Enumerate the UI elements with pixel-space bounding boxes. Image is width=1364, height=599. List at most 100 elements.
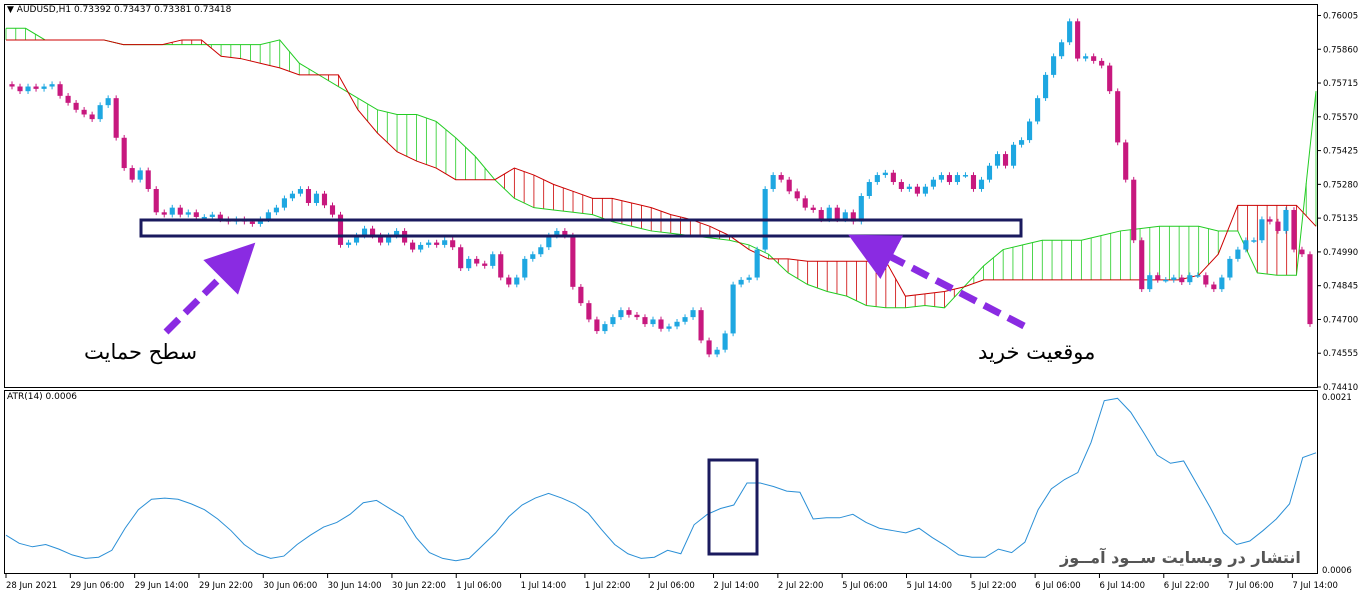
time-tick-label: 2 Jul 06:00: [649, 581, 695, 591]
candle-body: [458, 247, 464, 269]
candle-body: [1123, 142, 1129, 180]
candle-body: [826, 207, 832, 220]
candle-body: [345, 242, 352, 245]
candle-body: [81, 109, 87, 115]
time-axis: 28 Jun 2021 29 Jun 06:00 29 Jun 14:00 29 Ju…: [5, 574, 1338, 591]
candle-body: [506, 277, 512, 285]
candle-body: [418, 244, 424, 250]
candle-body: [426, 242, 432, 245]
candle-body: [938, 175, 944, 180]
candle-body: [113, 98, 119, 138]
candle-body: [305, 189, 312, 203]
candle-body: [1018, 140, 1025, 145]
candle-body: [658, 319, 664, 329]
time-tick-label: 1 Jul 22:00: [585, 581, 631, 591]
candle-body: [1083, 56, 1089, 59]
candle-body: [802, 198, 808, 208]
candle-body: [1171, 277, 1177, 280]
candle-body: [49, 84, 55, 87]
candle-body: [65, 95, 71, 103]
candle-body: [474, 258, 480, 264]
atr-title: ATR(14) 0.0006: [7, 392, 78, 402]
candle-body: [1051, 56, 1057, 75]
candle-body: [153, 189, 159, 213]
candle-body: [530, 254, 536, 259]
candle-body: [666, 326, 672, 329]
candle-body: [858, 196, 864, 222]
price-tick-label: 0.74410: [1323, 383, 1358, 393]
candle-body: [778, 175, 784, 180]
candle-body: [1002, 154, 1009, 166]
candle-body: [1107, 65, 1113, 92]
atr-tick-bottom: 0.0006: [1322, 566, 1352, 576]
candle-body: [946, 175, 953, 183]
time-tick-label: 28 Jun 2021: [6, 581, 57, 591]
price-axis: 0.76005 0.75860 0.75715 0.75570 0.75425 0.752…: [1317, 11, 1358, 393]
price-tick-label: 0.76005: [1323, 11, 1358, 21]
candle-body: [1235, 249, 1241, 259]
triangle-down-icon[interactable]: ▼: [7, 5, 14, 15]
candle-body: [273, 207, 279, 213]
candle-body: [610, 317, 616, 325]
time-tick-label: 2 Jul 22:00: [778, 581, 824, 591]
candle-body: [1251, 240, 1257, 242]
candle-body: [722, 333, 728, 350]
time-tick-label: 30 Jun 14:00: [328, 581, 382, 591]
candle-body: [1115, 91, 1121, 143]
candle-body: [410, 242, 416, 250]
candle-body: [642, 317, 648, 325]
candle-body: [121, 137, 127, 169]
atr-panel: [4, 390, 1318, 574]
candle-body: [786, 179, 792, 192]
candle-body: [930, 179, 936, 187]
candle-body: [1027, 121, 1033, 141]
time-tick-label: 7 Jul 06:00: [1228, 581, 1274, 591]
time-tick-label: 29 Jun 22:00: [199, 581, 253, 591]
candle-body: [137, 170, 143, 180]
candle-body: [490, 254, 496, 266]
candle-body: [866, 182, 872, 196]
candle-body: [898, 182, 904, 190]
candle-body: [538, 247, 544, 255]
candle-body: [634, 314, 640, 318]
candle-body: [1139, 240, 1145, 290]
candle-body: [514, 277, 520, 285]
candle-body: [265, 212, 271, 220]
candle-body: [498, 254, 504, 278]
candle-body: [770, 175, 776, 190]
time-tick-label: 5 Jul 14:00: [906, 581, 952, 591]
candle-body: [674, 321, 680, 327]
candle-body: [1163, 279, 1169, 282]
candle-body: [1267, 219, 1273, 222]
time-tick-label: 5 Jul 06:00: [842, 581, 888, 591]
candle-body: [714, 349, 720, 355]
price-tick-label: 0.75860: [1323, 45, 1358, 55]
candle-body: [57, 84, 63, 96]
candle-body: [177, 207, 183, 215]
time-tick-label: 30 Jun 06:00: [263, 581, 317, 591]
candle-body: [281, 198, 287, 208]
candle-body: [682, 317, 688, 322]
candle-body: [1155, 275, 1161, 280]
candle-body: [754, 249, 760, 278]
candle-body: [1211, 284, 1217, 290]
candle-body: [970, 175, 977, 190]
candle-body: [978, 179, 985, 190]
candle-body: [1067, 21, 1073, 43]
candle-body: [570, 235, 576, 287]
candle-body: [297, 189, 304, 194]
candle-body: [1179, 277, 1185, 283]
candle-body: [97, 105, 103, 120]
candle-body: [450, 240, 456, 248]
chart-canvas: 0.76005 0.75860 0.75715 0.75570 0.75425 0.752…: [4, 4, 1358, 591]
candle-body: [794, 191, 800, 199]
time-tick-label: 6 Jul 22:00: [1164, 581, 1210, 591]
candle-body: [1291, 209, 1297, 250]
candle-body: [1259, 219, 1265, 241]
candle-body: [1195, 275, 1201, 277]
candle-body: [482, 263, 488, 266]
candle-body: [1275, 221, 1281, 231]
time-tick-label: 29 Jun 14:00: [135, 581, 189, 591]
candle-body: [33, 86, 39, 89]
candle-body: [313, 193, 320, 203]
